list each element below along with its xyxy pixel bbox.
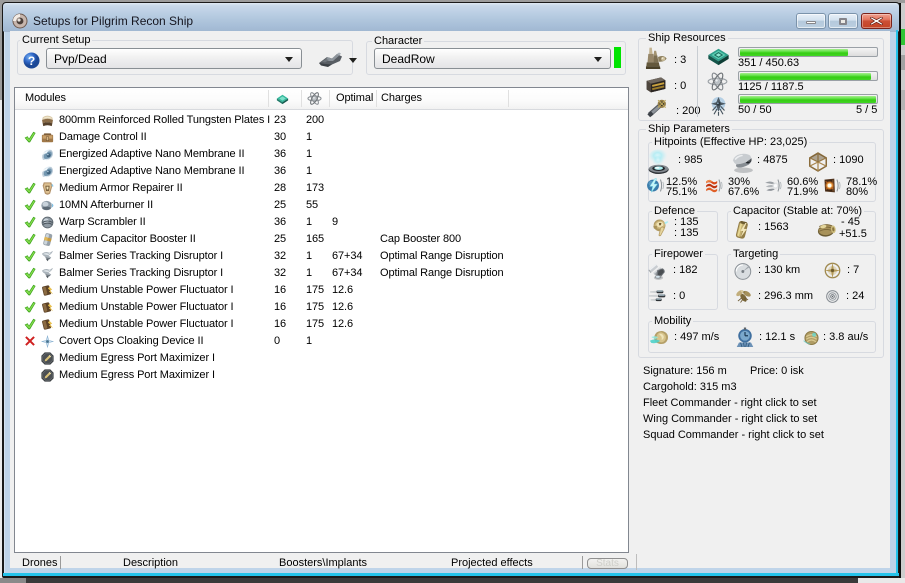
svg-text:?: ?	[28, 54, 35, 68]
